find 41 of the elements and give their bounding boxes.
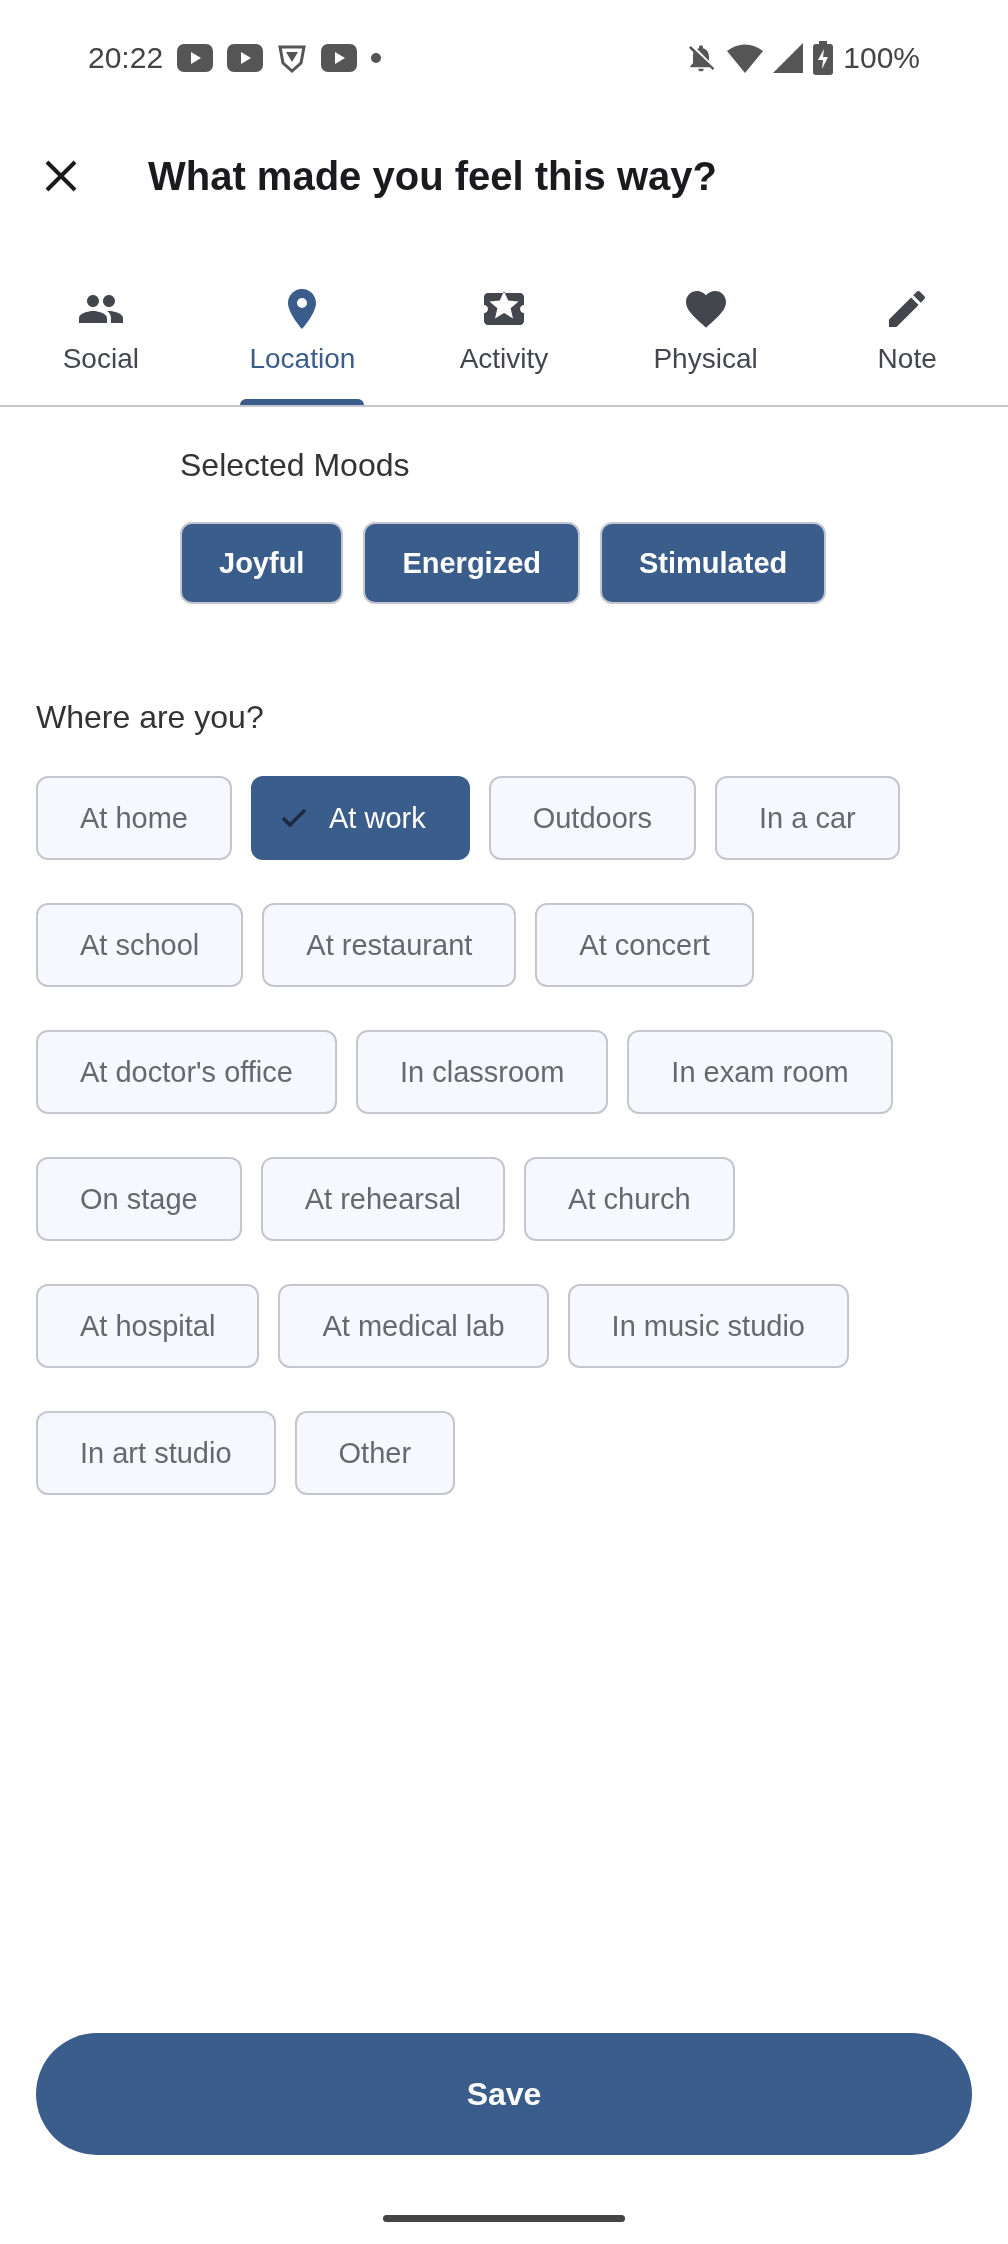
section-heading: Where are you? [36, 699, 265, 736]
video-app-icon [227, 43, 264, 72]
location-chip[interactable]: At work [251, 776, 470, 860]
tab[interactable]: Note [806, 255, 1008, 405]
check-icon [281, 808, 307, 828]
location-chip[interactable]: At church [524, 1157, 735, 1241]
mood-chip: Joyful [180, 522, 344, 604]
tab[interactable]: Activity [403, 255, 605, 405]
tab[interactable]: Physical [604, 255, 807, 405]
location-chip[interactable]: In exam room [627, 1030, 893, 1114]
battery-charging-icon [813, 40, 834, 75]
screen-title: What made you feel this way? [148, 153, 717, 199]
section-heading: Selected Moods [180, 447, 411, 484]
location-chip[interactable]: In a car [715, 776, 900, 860]
location-chip[interactable]: At restaurant [262, 903, 517, 987]
location-chip[interactable]: At hospital [36, 1284, 260, 1368]
location-chip[interactable]: At school [36, 903, 244, 987]
close-icon[interactable] [44, 159, 78, 193]
location-chip[interactable]: At medical lab [278, 1284, 549, 1368]
location-chip[interactable]: In music studio [567, 1284, 849, 1368]
location-chip[interactable]: At home [36, 776, 232, 860]
location-chip[interactable]: Other [294, 1411, 456, 1495]
location-chip[interactable]: On stage [36, 1157, 242, 1241]
location-chip[interactable]: At rehearsal [260, 1157, 506, 1241]
mood-chip: Stimulated [600, 522, 827, 604]
save-button[interactable]: Save [36, 2033, 972, 2155]
location-chip[interactable]: In art studio [36, 1411, 276, 1495]
location-chip[interactable]: In classroom [355, 1030, 609, 1114]
location-chip[interactable]: At doctor's office [36, 1030, 337, 1114]
dot-icon [371, 52, 382, 63]
tab[interactable]: Social [0, 255, 202, 405]
battery-percentage: 100% [843, 40, 920, 75]
location-chip[interactable]: At concert [535, 903, 754, 987]
video-app-icon [321, 43, 358, 72]
wifi-icon [727, 42, 764, 73]
mood-chip: Energized [363, 522, 580, 604]
video-app-icon [177, 43, 214, 72]
status-time: 20:22 [88, 40, 164, 75]
tab[interactable]: Location [201, 255, 404, 405]
location-chip[interactable]: Outdoors [488, 776, 696, 860]
signal-icon [773, 42, 804, 73]
